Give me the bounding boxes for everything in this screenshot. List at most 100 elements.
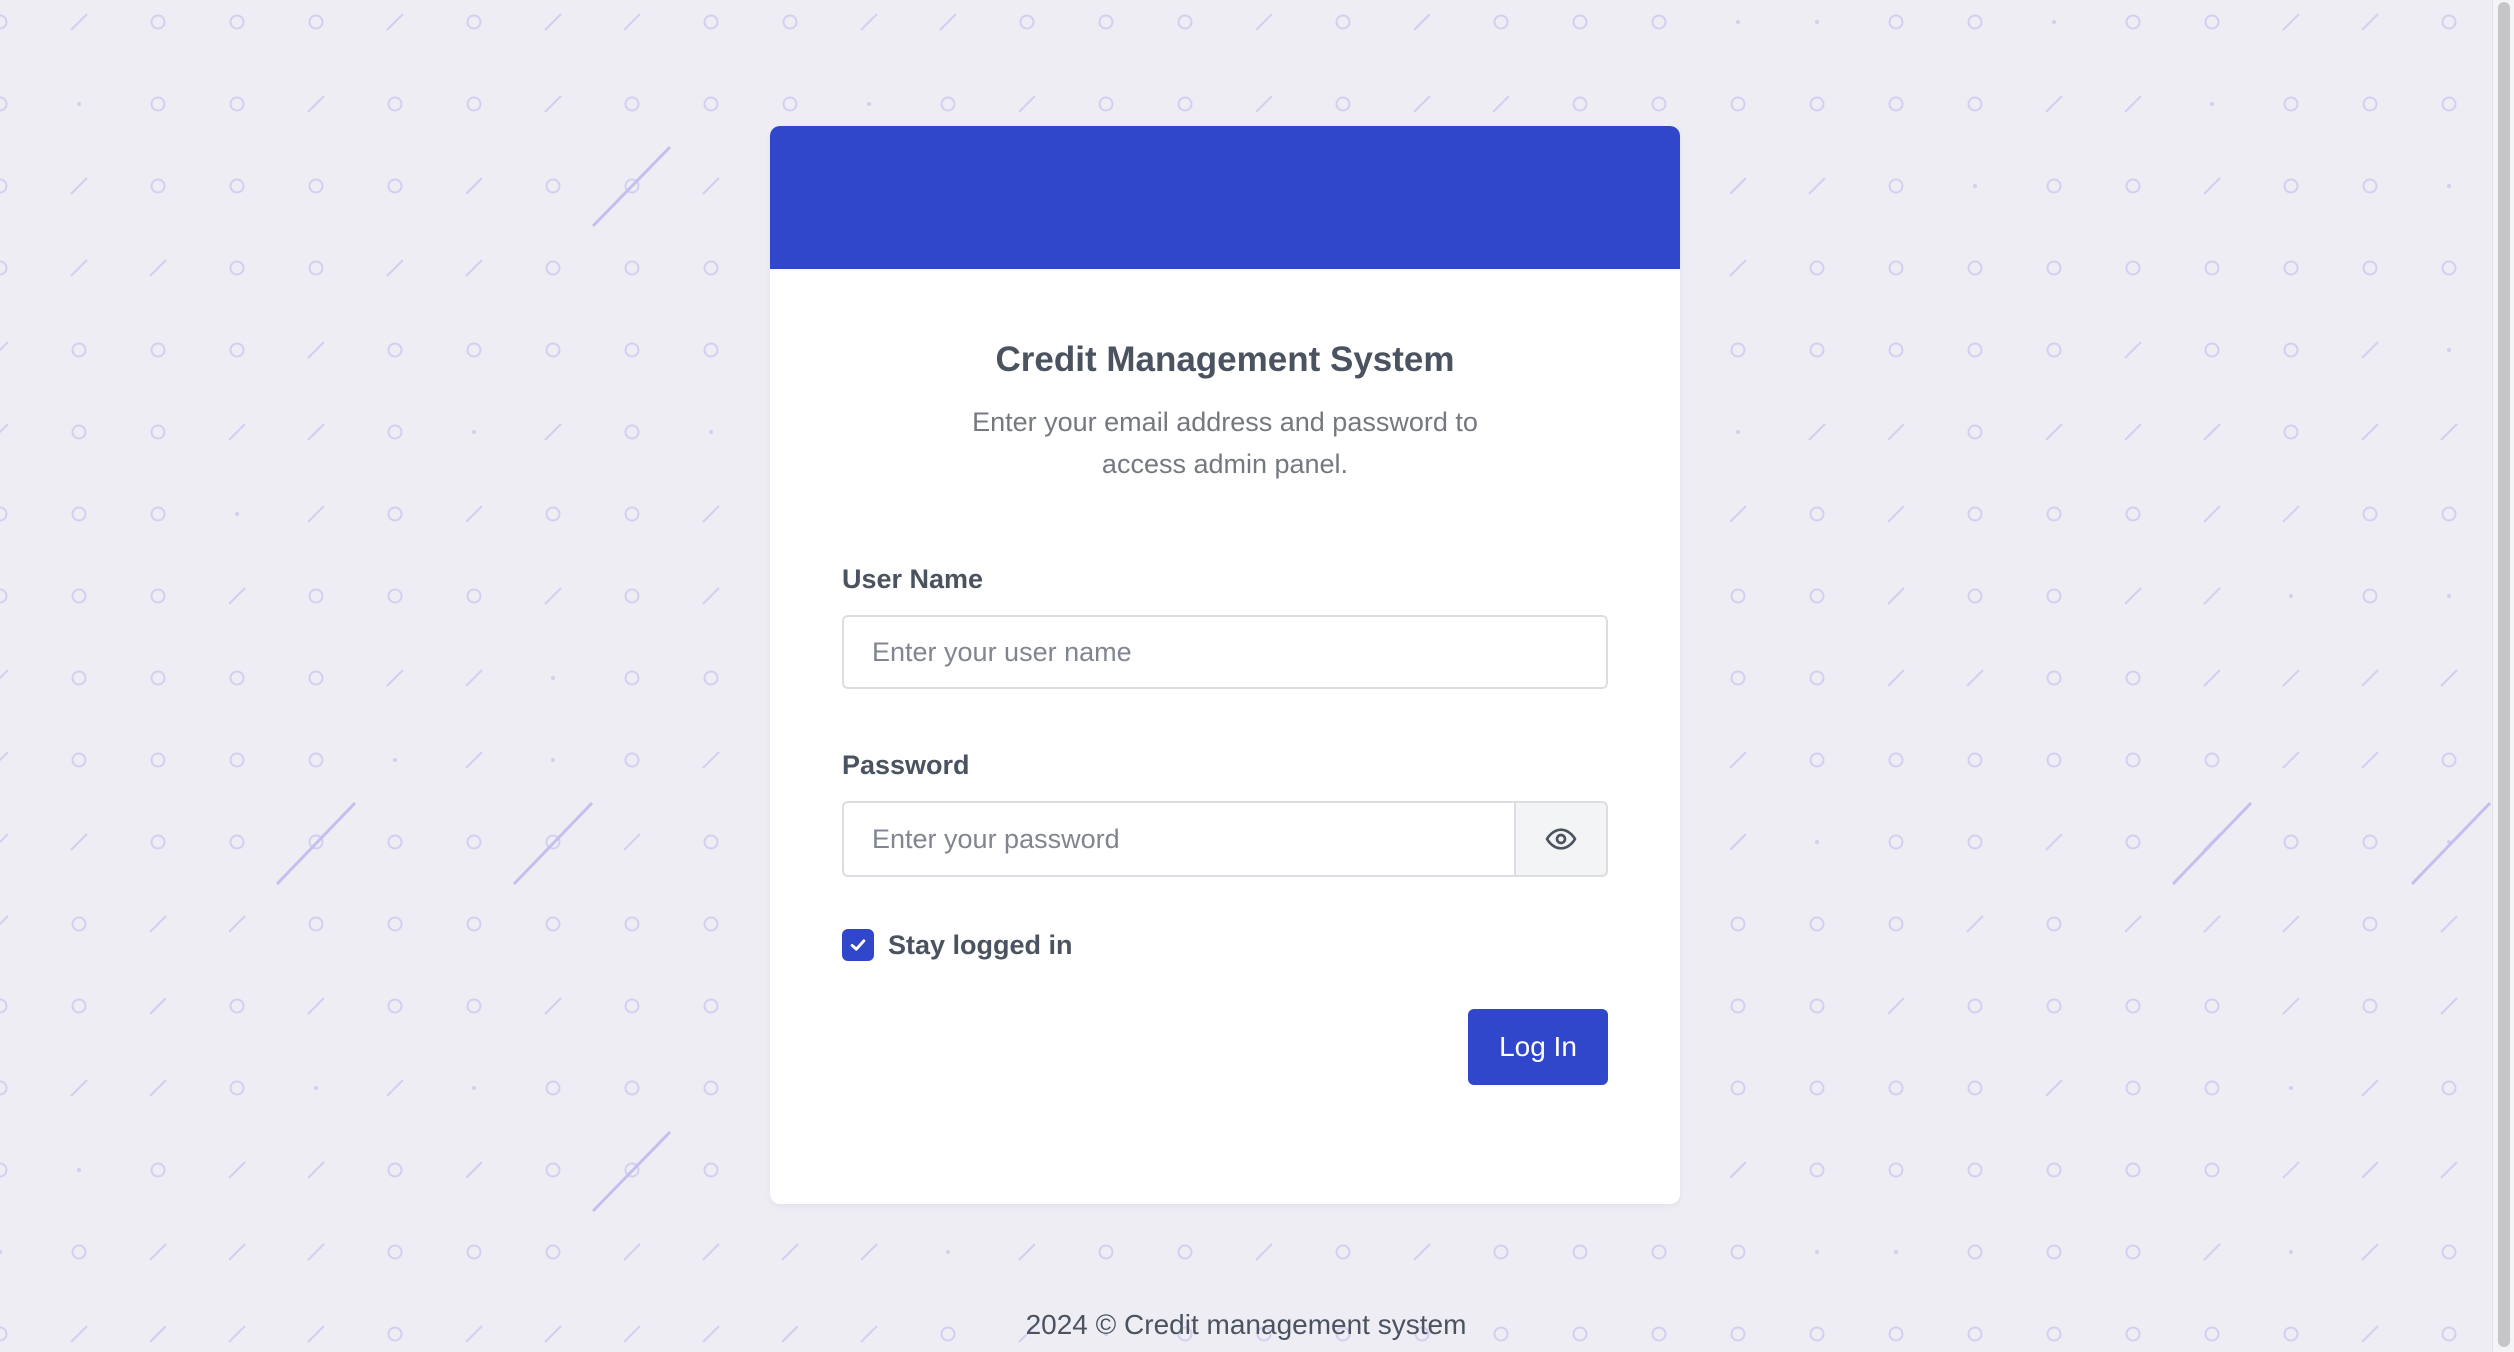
pattern-mark xyxy=(2046,752,2062,768)
pattern-mark xyxy=(150,670,166,686)
pattern-mark xyxy=(0,96,8,112)
pattern-mark xyxy=(1809,506,1825,522)
pattern-mark xyxy=(1730,342,1746,358)
pattern-mark xyxy=(2289,594,2293,598)
pattern-mark xyxy=(2440,669,2458,687)
pattern-accent-line xyxy=(591,1130,672,1213)
pattern-mark xyxy=(2283,178,2299,194)
pattern-mark xyxy=(2361,423,2379,441)
stay-logged-in-checkbox[interactable] xyxy=(842,929,874,961)
pattern-mark xyxy=(1888,752,1904,768)
pattern-mark xyxy=(149,1079,167,1097)
pattern-mark xyxy=(2204,752,2220,768)
pattern-mark xyxy=(2361,1243,2379,1261)
pattern-mark xyxy=(466,1244,482,1260)
pattern-mark xyxy=(544,13,562,31)
pattern-mark xyxy=(2124,423,2142,441)
pattern-mark xyxy=(2283,342,2299,358)
stay-logged-in-label[interactable]: Stay logged in xyxy=(888,930,1073,961)
pattern-mark xyxy=(782,14,798,30)
pattern-mark xyxy=(703,1162,719,1178)
pattern-mark xyxy=(1730,96,1746,112)
pattern-mark xyxy=(703,260,719,276)
pattern-mark xyxy=(1098,96,1114,112)
pattern-mark xyxy=(1967,588,1983,604)
pattern-mark xyxy=(1729,177,1747,195)
pattern-mark xyxy=(624,916,640,932)
pattern-accent-line xyxy=(2410,801,2492,886)
pattern-mark xyxy=(2125,1244,2141,1260)
pattern-mark xyxy=(71,588,87,604)
pattern-mark xyxy=(2046,670,2062,686)
password-input[interactable]: Enter your password xyxy=(842,801,1514,877)
pattern-mark xyxy=(228,915,246,933)
pattern-mark xyxy=(781,1243,799,1261)
pattern-mark xyxy=(1729,259,1747,277)
pattern-mark xyxy=(1809,1162,1825,1178)
pattern-mark xyxy=(387,916,403,932)
pattern-mark xyxy=(466,998,482,1014)
pattern-mark xyxy=(307,423,325,441)
pattern-mark xyxy=(544,997,562,1015)
pattern-mark xyxy=(387,342,403,358)
login-button[interactable]: Log In xyxy=(1468,1009,1608,1085)
pattern-mark xyxy=(545,260,561,276)
pattern-mark xyxy=(1492,95,1510,113)
username-input[interactable]: Enter your user name xyxy=(842,615,1608,689)
pattern-mark xyxy=(308,178,324,194)
pattern-mark xyxy=(1809,670,1825,686)
pattern-mark xyxy=(2282,505,2300,523)
pattern-mark xyxy=(71,752,87,768)
pattern-mark xyxy=(150,178,166,194)
stay-logged-in-row: Stay logged in xyxy=(842,929,1608,961)
pattern-mark xyxy=(235,512,239,516)
pattern-mark xyxy=(150,14,166,30)
pattern-mark xyxy=(465,1161,483,1179)
scrollbar-thumb[interactable] xyxy=(2498,2,2510,1347)
pattern-mark xyxy=(1809,96,1825,112)
password-visibility-toggle[interactable] xyxy=(1514,801,1608,877)
pattern-mark xyxy=(2362,506,2378,522)
pattern-mark xyxy=(2203,587,2221,605)
pattern-mark xyxy=(307,1243,325,1261)
scrollbar[interactable] xyxy=(2492,0,2514,1352)
pattern-mark xyxy=(228,587,246,605)
pattern-mark xyxy=(624,670,640,686)
pattern-mark xyxy=(2203,505,2221,523)
pattern-mark xyxy=(150,96,166,112)
pattern-mark xyxy=(1967,1244,1983,1260)
pattern-mark xyxy=(2441,14,2457,30)
pattern-mark xyxy=(1651,14,1667,30)
pattern-mark xyxy=(2362,916,2378,932)
pattern-mark xyxy=(386,13,404,31)
pattern-mark xyxy=(1888,260,1904,276)
pattern-mark xyxy=(1736,430,1740,434)
pattern-mark xyxy=(545,1162,561,1178)
pattern-mark xyxy=(466,916,482,932)
pattern-mark xyxy=(2361,669,2379,687)
username-placeholder: Enter your user name xyxy=(872,636,1132,667)
pattern-mark xyxy=(624,96,640,112)
pattern-mark xyxy=(1808,423,1826,441)
pattern-mark xyxy=(2203,177,2221,195)
pattern-mark xyxy=(624,342,640,358)
pattern-mark xyxy=(0,178,8,194)
pattern-mark xyxy=(1967,260,1983,276)
pattern-mark xyxy=(2046,1162,2062,1178)
pattern-mark xyxy=(228,1243,246,1261)
pattern-mark xyxy=(229,998,245,1014)
pattern-mark xyxy=(71,424,87,440)
pattern-mark xyxy=(466,96,482,112)
pattern-mark xyxy=(2046,916,2062,932)
pattern-mark xyxy=(1967,834,1983,850)
pattern-mark xyxy=(150,506,166,522)
pattern-mark xyxy=(2441,506,2457,522)
pattern-mark xyxy=(703,834,719,850)
pattern-mark xyxy=(1730,1244,1746,1260)
pattern-mark xyxy=(545,342,561,358)
pattern-mark xyxy=(2046,342,2062,358)
pattern-mark xyxy=(71,916,87,932)
pattern-mark xyxy=(2361,1161,2379,1179)
checkmark-icon xyxy=(850,939,866,951)
pattern-mark xyxy=(2362,834,2378,850)
